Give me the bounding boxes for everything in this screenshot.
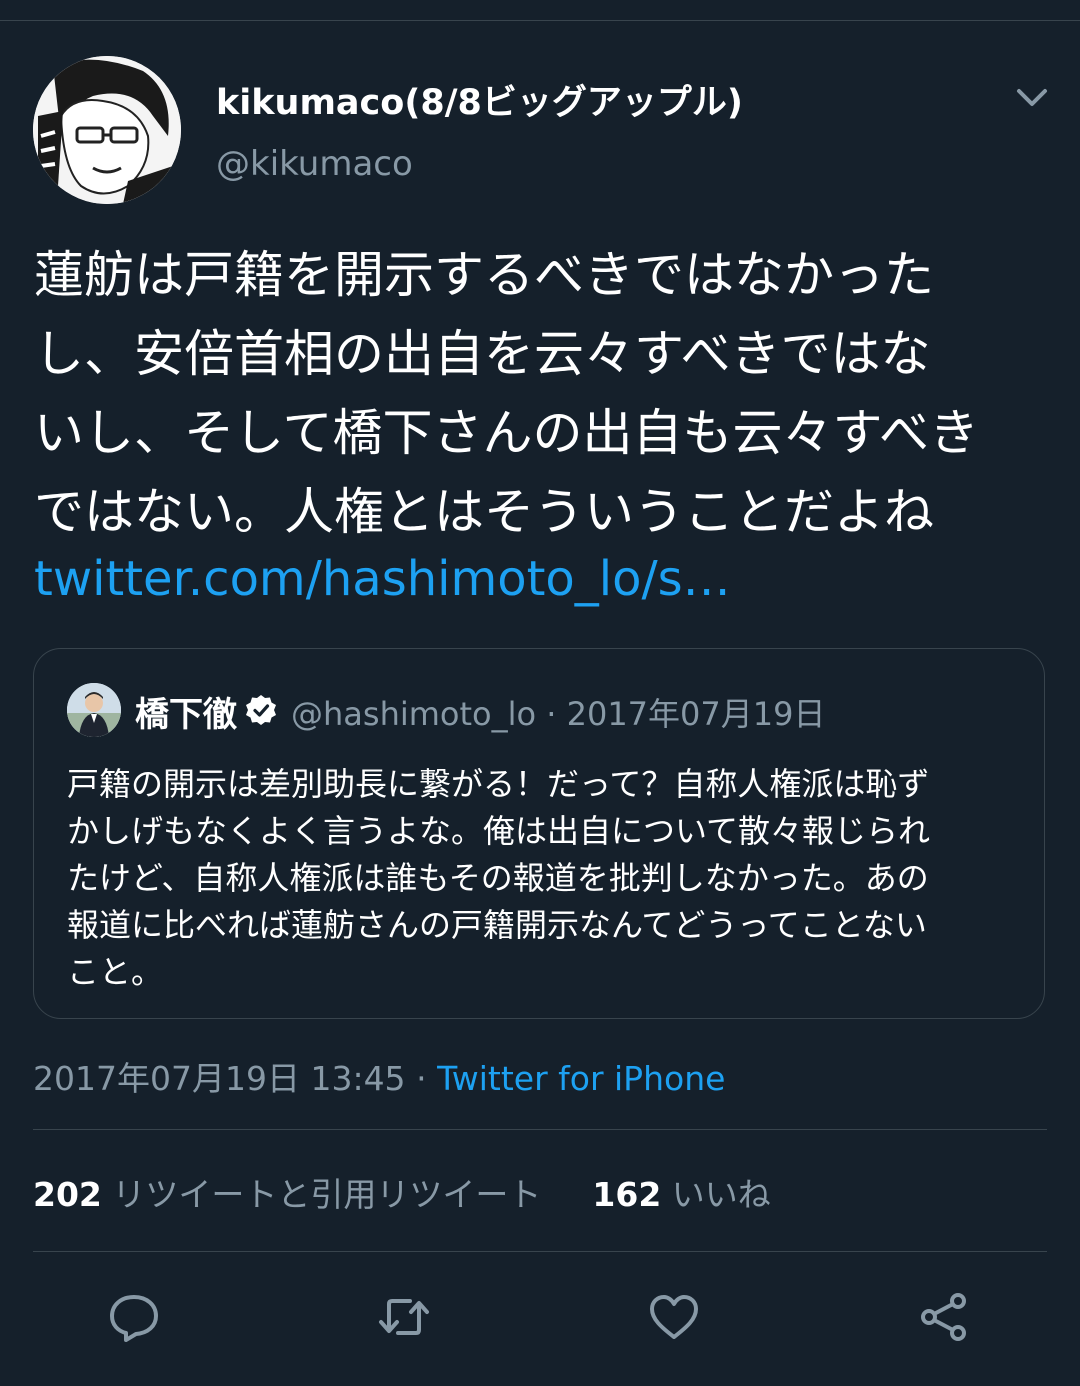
reply-icon[interactable] xyxy=(107,1290,161,1344)
tweet-text-line: し、安倍首相の出自を云々すべきではな xyxy=(34,325,931,383)
quoted-handle[interactable]: @hashimoto_lo xyxy=(291,695,536,733)
chevron-down-icon[interactable] xyxy=(1014,80,1050,116)
likes-count[interactable]: 162 xyxy=(592,1175,661,1214)
author-handle[interactable]: @kikumaco xyxy=(216,144,413,184)
tweet-link[interactable]: twitter.com/hashimoto_lo/s… xyxy=(34,546,731,612)
tweet-text-line: ではない。人権とはそういうことだよね xyxy=(34,483,934,541)
quoted-text-line: こと。 xyxy=(67,953,164,991)
verified-badge-icon xyxy=(245,694,277,726)
engagement-stats: 202 リツイートと引用リツイート 162 いいね xyxy=(33,1168,771,1216)
quoted-author-avatar[interactable] xyxy=(67,683,121,737)
tweet-meta-row: 2017年07月19日 13:45 · Twitter for iPhone xyxy=(33,1052,725,1100)
share-icon[interactable] xyxy=(917,1290,971,1344)
retweets-count[interactable]: 202 xyxy=(33,1175,102,1214)
likes-label[interactable]: いいね xyxy=(672,1175,771,1214)
tweet-timestamp: 2017年07月19日 13:45 xyxy=(33,1059,406,1098)
tweet-source-link[interactable]: Twitter for iPhone xyxy=(437,1059,725,1098)
top-divider xyxy=(0,20,1080,21)
quoted-text-line: たけど、自称人権派は誰もその報道を批判しなかった。あの xyxy=(67,859,929,897)
manga-portrait-avatar-icon xyxy=(33,56,181,204)
quoted-tweet-card[interactable]: 橋下徹 @hashimoto_lo · 2017年07月19日 戸籍の開示は差別… xyxy=(33,648,1045,1019)
quoted-tweet-text: 戸籍の開示は差別助長に繋がる！だって？自称人権派は恥ず かしげもなくよく言うよな… xyxy=(67,761,1027,996)
quoted-meta: @hashimoto_lo · 2017年07月19日 xyxy=(291,689,825,735)
tweet-text: 蓮舫は戸籍を開示するべきではなかった し、安倍首相の出自を云々すべきではな いし… xyxy=(34,236,1034,552)
tweet-text-line: 蓮舫は戸籍を開示するべきではなかった xyxy=(34,246,934,304)
quoted-text-line: 戸籍の開示は差別助長に繋がる！だって？自称人権派は恥ず xyxy=(67,765,930,803)
quoted-author-name[interactable]: 橋下徹 xyxy=(135,687,237,736)
portrait-avatar-icon xyxy=(67,683,121,737)
divider xyxy=(33,1251,1047,1252)
author-avatar[interactable] xyxy=(33,56,181,204)
meta-separator: · xyxy=(546,695,557,733)
divider xyxy=(33,1129,1047,1130)
meta-separator: · xyxy=(416,1059,427,1098)
quoted-text-line: 報道に比べれば蓮舫さんの戸籍開示なんてどうってことない xyxy=(67,906,927,944)
like-icon[interactable] xyxy=(647,1290,701,1344)
tweet-text-line: いし、そして橋下さんの出自も云々すべき xyxy=(34,404,979,462)
retweets-label[interactable]: リツイートと引用リツイート xyxy=(112,1175,541,1214)
author-display-name[interactable]: kikumaco(8/8ビッグアップル) xyxy=(216,74,743,125)
quoted-text-line: かしげもなくよく言うよな。俺は出自について散々報じられ xyxy=(67,812,931,850)
retweet-icon[interactable] xyxy=(377,1290,431,1344)
quoted-date: 2017年07月19日 xyxy=(566,695,826,733)
